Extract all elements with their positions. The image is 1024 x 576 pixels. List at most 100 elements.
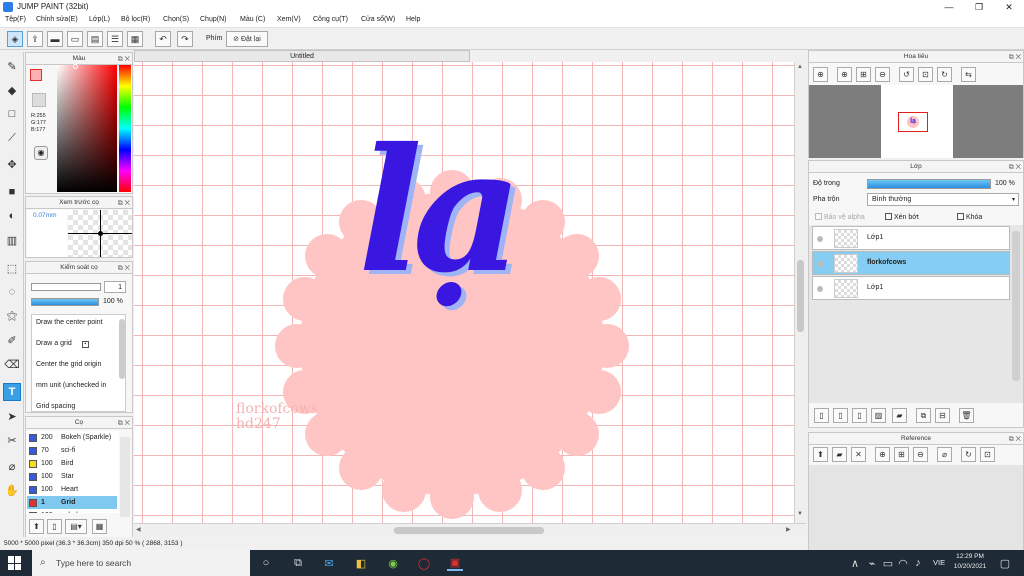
menu-tools[interactable]: Công cụ(T) [313,16,348,23]
operation-tool-icon[interactable]: ➤ [3,407,21,425]
brush-tool-icon[interactable]: ✎ [3,57,21,75]
divide-tool-icon[interactable]: ✂ [3,431,21,449]
option-grid-spacing[interactable]: Grid spacing [36,403,75,410]
notification-icon[interactable]: ▢ [997,555,1013,571]
battery-icon[interactable]: ▭ [882,555,894,571]
gradient-tool-icon[interactable]: ▥ [3,231,21,249]
chevron-up-icon[interactable]: ∧ [850,555,860,571]
foreground-color-swatch[interactable] [30,69,42,81]
size-slider[interactable] [31,283,101,291]
layer-opacity-slider[interactable] [867,179,991,189]
duplicate-layer-icon[interactable]: ⧉ [916,408,931,423]
hue-slider[interactable] [119,65,131,192]
clock[interactable]: 12:29 PM 10/20/2021 [950,552,990,572]
brush-item[interactable]: 100 sobeh [27,509,117,513]
navigator-thumbnail[interactable]: lạ [881,85,953,158]
document-icon[interactable]: ▤ [87,31,103,47]
eyedropper-tool-icon[interactable]: ⌀ [3,457,21,475]
lasso-tool-icon[interactable]: ◌ [3,283,21,301]
rect-select-tool-icon[interactable]: ⬚ [3,259,21,277]
reference-close-icon[interactable]: ✕ [851,447,866,462]
line-tool-icon[interactable]: ⟋ [3,129,21,147]
clipping-checkbox[interactable]: Xén bớt [885,213,919,221]
maximize-button[interactable]: ❐ [964,0,994,14]
opacity-slider[interactable] [31,298,99,306]
reference-viewport[interactable] [809,465,1023,550]
document-tab[interactable]: Untitled [134,50,470,62]
flip-icon[interactable]: ⇆ [961,67,976,82]
brush-settings-icon[interactable]: ▦ [92,519,107,534]
reset-button[interactable]: ⊘ Đặt lại [226,31,268,47]
bucket-tool-icon[interactable]: ◐ [3,207,21,225]
navigator-viewport[interactable]: lạ [809,85,1023,158]
menu-filter[interactable]: Bộ lọc(R) [121,16,150,23]
option-mm-unit[interactable]: mm unit (unchecked in [36,382,106,389]
select-pen-tool-icon[interactable]: ✐ [3,331,21,349]
hand-tool-icon[interactable]: ✋ [3,481,21,499]
taskbar-search-box[interactable]: ⌕ Type here to search [32,550,250,576]
brush-item[interactable]: 200 Bokeh (Sparkle) [27,431,117,444]
select-eraser-tool-icon[interactable]: ⌫ [3,355,21,373]
layer-row-selected[interactable]: florkofcows [812,251,1010,275]
scroll-left-icon[interactable]: ◀ [136,526,141,533]
horizontal-scroll-thumb[interactable] [394,527,544,534]
undo-icon[interactable]: ↶ [155,31,171,47]
reference-upload-icon[interactable]: ⬆ [813,447,828,462]
brush-menu-icon[interactable]: ▤▾ [65,519,87,534]
shape-tool-icon[interactable]: □ [3,105,21,123]
zoom-in-alt-icon[interactable]: ⊕ [837,67,852,82]
panel-close-icon[interactable]: ⧉ ✕ [118,418,130,430]
horizontal-scrollbar[interactable]: ◀ ▶ [134,523,806,537]
eraser-tool-icon[interactable]: ◆ [3,81,21,99]
scroll-right-icon[interactable]: ▶ [786,526,791,533]
redo-icon[interactable]: ↷ [177,31,193,47]
cortana-icon[interactable]: ○ [258,555,274,571]
reference-zoom-in-icon[interactable]: ⊕ [875,447,890,462]
scroll-down-icon[interactable]: ▼ [797,511,803,517]
menu-view[interactable]: Xem(V) [277,16,301,23]
panel-close-icon[interactable]: ⧉ ✕ [1009,52,1021,64]
scroll-up-icon[interactable]: ▲ [797,64,803,70]
reference-rotate-icon[interactable]: ↻ [961,447,976,462]
panel-close-icon[interactable]: ⧉ ✕ [1009,434,1021,446]
lock-checkbox[interactable]: Khóa [957,213,982,221]
protect-alpha-checkbox[interactable]: Bảo vệ alpha [815,213,865,221]
vertical-scroll-thumb[interactable] [797,260,804,332]
brush-item[interactable]: 100 Bird [27,457,117,470]
option-center-grid-origin[interactable]: Center the grid origin [36,361,101,368]
menu-help[interactable]: Help [406,16,420,23]
navigator-view-rect[interactable]: lạ [898,112,928,132]
reset-rotation-icon[interactable]: ⊡ [918,67,933,82]
reference-zoom-out-icon[interactable]: ⊖ [913,447,928,462]
option-draw-grid[interactable]: Draw a grid ▪ [36,340,89,348]
comment-icon[interactable]: ▬ [47,31,63,47]
option-draw-center-point[interactable]: Draw the center point [36,319,103,326]
blend-mode-select[interactable]: Bình thường ▾ [867,193,1019,206]
language-indicator[interactable]: VIE [933,558,945,567]
page-icon[interactable]: ▭ [67,31,83,47]
delete-layer-icon[interactable]: 🗑 [959,408,974,423]
menu-color[interactable]: Màu (C) [240,16,265,23]
panel-close-icon[interactable]: ⧉ ✕ [118,198,130,210]
new-brush-icon[interactable]: ▯ [47,519,62,534]
drawing-canvas[interactable]: lạ lạ florkofcows hd247 [134,62,794,523]
fit-view-icon[interactable]: ⊞ [856,67,871,82]
clipping-box[interactable] [885,213,892,220]
lock-box[interactable] [957,213,964,220]
zoom-out-icon[interactable]: ⊖ [875,67,890,82]
export-icon[interactable]: ⇪ [27,31,43,47]
jump-paint-taskbar-icon[interactable]: ▣ [447,555,463,571]
menu-layer[interactable]: Lớp(L) [89,16,110,23]
reference-flip-icon[interactable]: ⊡ [980,447,995,462]
new-vector-layer-icon[interactable]: ▯ [852,408,867,423]
mail-icon[interactable]: ✉ [321,555,337,571]
new-layer-icon[interactable]: ▯ [814,408,829,423]
layer-row[interactable]: Lớp1 [812,226,1010,250]
reference-fit-icon[interactable]: ⊞ [894,447,909,462]
layer-row[interactable]: Lớp1 [812,276,1010,300]
palette-icon[interactable]: ◉ [34,146,48,160]
brush-item-selected[interactable]: 1 Grid [27,496,117,509]
store-icon[interactable]: ◧ [353,555,369,571]
minimize-button[interactable]: — [934,0,964,14]
draw-grid-checkbox[interactable]: ▪ [81,341,89,348]
